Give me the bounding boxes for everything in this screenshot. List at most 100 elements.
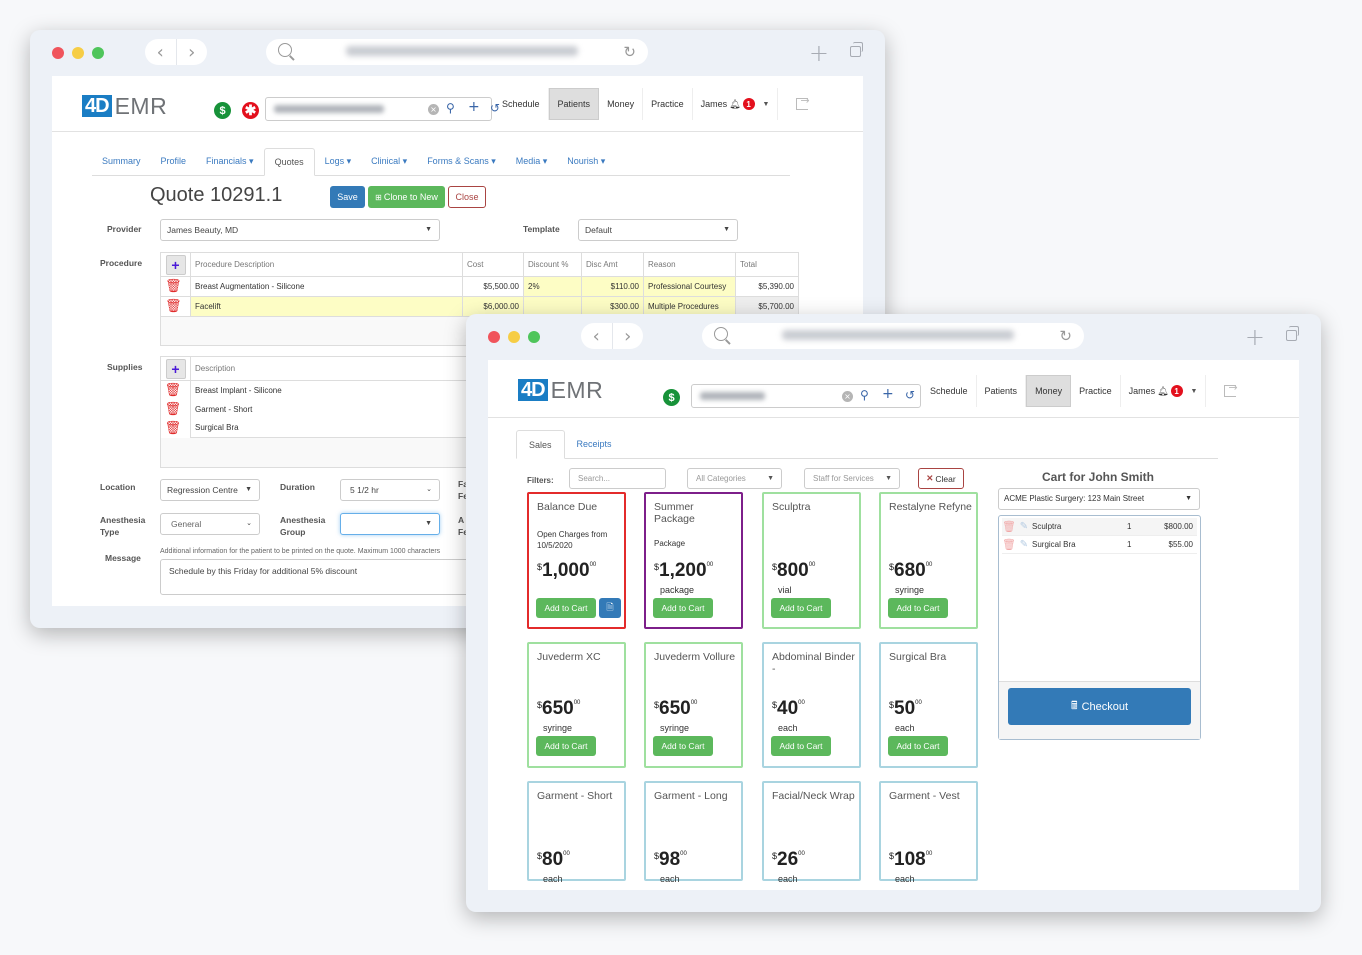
tabs-overview-icon[interactable] [1286,326,1299,341]
close-window-icon[interactable] [52,47,64,59]
template-select[interactable]: Default ▼ [578,219,738,241]
add-to-cart-button[interactable]: Add to Cart [653,736,713,756]
nav-money[interactable]: Money [599,88,644,120]
anesthesia-type-select[interactable]: General ⌄ [160,513,260,535]
address-bar[interactable]: ↻ [702,323,1084,349]
magnifier-icon[interactable]: ⚲ [860,388,869,402]
add-to-cart-button[interactable]: Add to Cart [888,598,948,618]
logout-button[interactable] [778,88,816,120]
close-window-icon[interactable] [488,331,500,343]
procedure-reason[interactable]: Professional Courtesy [643,276,736,297]
procedure-description[interactable]: Facelift [190,296,463,317]
product-card[interactable]: Surgical Bra $50 00 each Add to Cart [879,642,978,768]
add-to-cart-button[interactable]: Add to Cart [888,736,948,756]
col-discount-pct[interactable]: Discount % [523,252,582,277]
cart-item[interactable]: 🗑︎ ✎ Sculptra 1 $800.00 [1002,518,1197,536]
add-supply-button[interactable]: + [165,358,186,379]
maximize-window-icon[interactable] [92,47,104,59]
add-procedure-button[interactable]: + [165,254,186,275]
alert-icon[interactable]: ✱ [242,102,259,119]
product-card[interactable]: Summer Package Package $1,200 00 package Add … [644,492,743,629]
edit-item-icon[interactable]: ✎ [1016,539,1032,550]
back-icon[interactable]: ‹ [581,323,613,349]
clear-search-icon[interactable]: × [428,104,439,115]
nav-patients[interactable]: Patients [977,375,1027,407]
dollar-icon[interactable]: $ [663,389,680,406]
tab-clinical[interactable]: Clinical ▾ [361,148,417,175]
magnifier-icon[interactable]: ⚲ [446,101,455,115]
add-to-cart-button[interactable]: Add to Cart [653,598,713,618]
user-menu[interactable]: James 🔔︎ 1 ▼ [1121,375,1207,407]
cart-item[interactable]: 🗑︎ ✎ Surgical Bra 1 $55.00 [1002,536,1197,554]
back-icon[interactable]: ‹ [145,39,177,65]
tab-summary[interactable]: Summary [92,148,151,175]
col-reason[interactable]: Reason [643,252,736,277]
tab-nourish[interactable]: Nourish ▾ [557,148,615,175]
clone-to-new-button[interactable]: ⊞ Clone to New [368,186,445,208]
nav-practice[interactable]: Practice [643,88,693,120]
duration-select[interactable]: 5 1/2 hr ⌄ [340,479,440,501]
procedure-row[interactable]: 🗑︎ Breast Augmentation - Silicone $5,500… [160,276,799,297]
nav-schedule[interactable]: Schedule [494,88,549,120]
col-disc-amt[interactable]: Disc Amt [581,252,644,277]
tab-logs[interactable]: Logs ▾ [315,148,362,175]
add-to-cart-button[interactable]: Add to Cart [536,598,596,618]
add-patient-icon[interactable]: + [882,386,894,402]
delete-supply-icon[interactable]: 🗑︎ [161,419,191,438]
add-to-cart-button[interactable]: Add to Cart [536,736,596,756]
col-description[interactable]: Procedure Description [190,252,463,277]
app-logo[interactable]: 4D EMR [518,379,603,402]
product-card[interactable]: Juvederm Vollure $650 00 syringe Add to Cart [644,642,743,768]
delete-procedure-icon[interactable]: 🗑︎ [160,296,191,317]
product-card[interactable]: Restalyne Refyne $680 00 syringe Add to Cart [879,492,978,629]
close-button[interactable]: Close [448,186,486,208]
tab-quotes[interactable]: Quotes [263,148,315,176]
product-card[interactable]: Abdominal Binder - $40 00 each Add to Cart [762,642,861,768]
minimize-window-icon[interactable] [72,47,84,59]
procedure-discount-pct[interactable]: 2% [523,276,582,297]
tabs-overview-icon[interactable] [850,42,863,57]
product-search-input[interactable]: Search... [569,468,666,489]
minimize-window-icon[interactable] [508,331,520,343]
delete-supply-icon[interactable]: 🗑︎ [161,381,191,400]
dollar-icon[interactable]: $ [214,102,231,119]
delete-supply-icon[interactable]: 🗑︎ [161,400,191,419]
product-card[interactable]: Garment - Long $98 00 each [644,781,743,884]
tab-sales[interactable]: Sales [516,430,565,459]
tab-receipts[interactable]: Receipts [565,430,624,458]
add-patient-icon[interactable]: + [468,99,480,115]
reload-icon[interactable]: ↻ [1059,327,1072,345]
address-bar[interactable]: ↻ [266,39,648,65]
procedure-disc-amt[interactable]: $110.00 [581,276,644,297]
delete-item-icon[interactable]: 🗑︎ [1002,538,1016,551]
tab-financials[interactable]: Financials ▾ [196,148,264,175]
maximize-window-icon[interactable] [528,331,540,343]
nav-schedule[interactable]: Schedule [922,375,977,407]
forward-icon[interactable]: › [613,323,644,349]
tab-profile[interactable]: Profile [151,148,197,175]
patient-search-input[interactable]: × ⚲ + ↺ [691,384,921,408]
add-to-cart-button[interactable]: Add to Cart [771,598,831,618]
tab-media[interactable]: Media ▾ [506,148,558,175]
tab-forms-scans[interactable]: Forms & Scans ▾ [417,148,506,175]
forward-icon[interactable]: › [177,39,208,65]
product-card[interactable]: Garment - Vest $108 00 each [879,781,978,884]
logout-button[interactable] [1206,375,1244,407]
history-icon[interactable]: ↺ [905,388,915,402]
clear-search-icon[interactable]: × [842,391,853,402]
nav-money[interactable]: Money [1026,375,1072,407]
nav-practice[interactable]: Practice [1071,375,1121,407]
app-logo[interactable]: 4D EMR [82,95,167,118]
delete-procedure-icon[interactable]: 🗑︎ [160,276,191,297]
delete-item-icon[interactable]: 🗑︎ [1002,520,1016,533]
nav-patients[interactable]: Patients [548,88,600,120]
product-card[interactable]: Juvederm XC $650 00 syringe Add to Cart [527,642,626,768]
location-select[interactable]: Regression Centre ▼ [160,479,260,501]
edit-item-icon[interactable]: ✎ [1016,521,1032,532]
patient-search-input[interactable]: × ⚲ + ↺ [265,97,500,121]
new-tab-icon[interactable]: + [1245,323,1265,351]
product-card[interactable]: Facial/Neck Wrap $26 00 each [762,781,861,884]
col-total[interactable]: Total [735,252,799,277]
categories-select[interactable]: All Categories ▼ [687,468,782,489]
product-card[interactable]: Sculptra $800 00 vial Add to Cart [762,492,861,629]
